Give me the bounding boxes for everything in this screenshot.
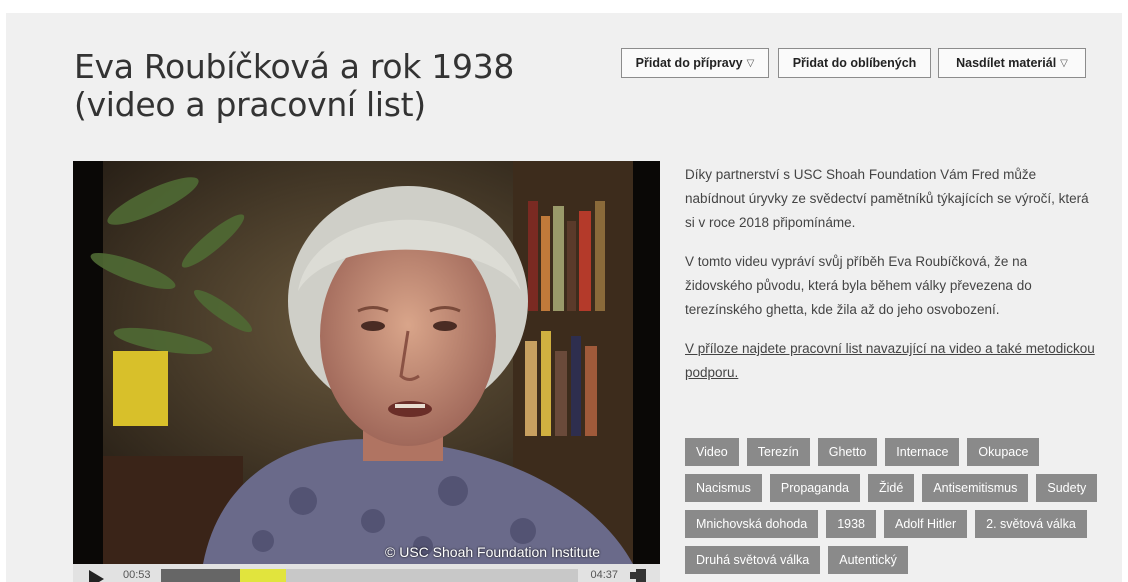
tag-item[interactable]: Video <box>685 438 739 466</box>
tag-item[interactable]: Internace <box>885 438 960 466</box>
tag-item[interactable]: Druhá světová válka <box>685 546 821 574</box>
seek-buffered <box>240 569 287 582</box>
tag-item[interactable]: 2. světová válka <box>975 510 1087 538</box>
video-player[interactable]: © USC Shoah Foundation Institute 00:53 0… <box>73 161 660 582</box>
video-frame <box>73 161 660 564</box>
tag-item[interactable]: Autentický <box>828 546 908 574</box>
play-icon[interactable] <box>89 570 104 582</box>
seek-played <box>161 569 241 582</box>
description: Díky partnerství s USC Shoah Foundation … <box>685 163 1095 400</box>
tag-item[interactable]: 1938 <box>826 510 876 538</box>
video-watermark: © USC Shoah Foundation Institute <box>385 544 600 560</box>
tag-item[interactable]: Okupace <box>967 438 1040 466</box>
page-title: Eva Roubíčková a rok 1938 (video a praco… <box>74 47 515 124</box>
tag-list: Video Terezín Ghetto Internace Okupace Nacism… <box>685 438 1105 574</box>
video-controls: 00:53 04:37 <box>73 564 660 582</box>
add-to-favorites-label: Přidat do oblíbených <box>792 56 917 70</box>
current-time: 00:53 <box>123 569 151 581</box>
seek-bar[interactable] <box>161 569 578 582</box>
add-to-prep-button[interactable]: Přidat do přípravy ▽ <box>621 48 769 78</box>
tag-item[interactable]: Nacismus <box>685 474 762 502</box>
tag-item[interactable]: Terezín <box>746 438 810 466</box>
worksheet-link[interactable]: V příloze najdete pracovní list navazují… <box>685 341 1095 380</box>
add-to-favorites-button[interactable]: Přidat do oblíbených <box>778 48 931 78</box>
chevron-down-icon: ▽ <box>746 57 755 69</box>
description-paragraph-1: Díky partnerství s USC Shoah Foundation … <box>685 167 1089 230</box>
tag-item[interactable]: Sudety <box>1036 474 1098 502</box>
tag-item[interactable]: Propaganda <box>769 474 860 502</box>
chevron-down-icon: ▽ <box>1060 57 1068 69</box>
tag-item[interactable]: Adolf Hitler <box>884 510 968 538</box>
add-to-prep-label: Přidat do přípravy <box>635 56 743 70</box>
tag-item[interactable]: Mnichovská dohoda <box>685 510 819 538</box>
tag-item[interactable]: Ghetto <box>817 438 878 466</box>
total-time: 04:37 <box>590 569 618 581</box>
volume-icon[interactable] <box>630 569 646 582</box>
share-button[interactable]: Nasdílet materiál ▽ <box>938 48 1086 78</box>
description-paragraph-2: V tomto videu vypráví svůj příběh Eva Ro… <box>685 254 1032 317</box>
tag-item[interactable]: Antisemitismus <box>922 474 1029 502</box>
tag-item[interactable]: Židé <box>868 474 915 502</box>
share-label: Nasdílet materiál <box>956 56 1057 70</box>
